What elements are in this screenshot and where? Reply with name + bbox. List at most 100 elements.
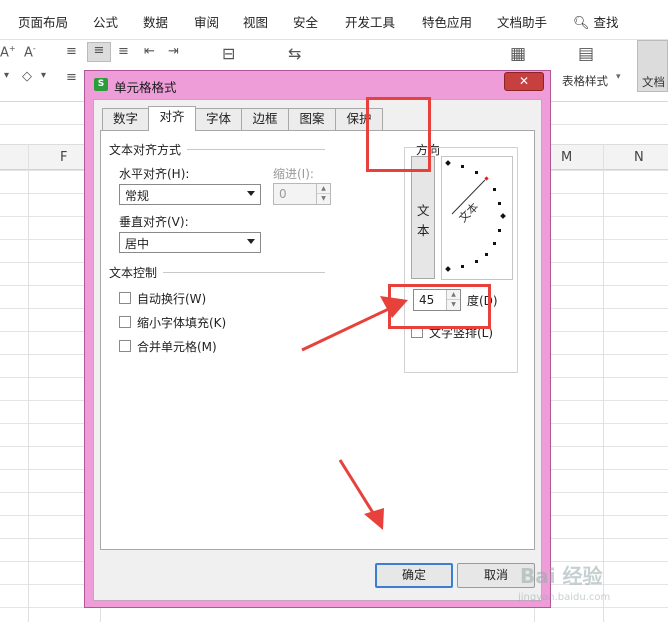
indent-increase-icon[interactable]: ⇥	[168, 44, 179, 59]
app-logo-icon: S	[94, 78, 108, 91]
grid-line	[603, 144, 604, 622]
merge-cells-checkbox[interactable]: 合并单元格(M)	[119, 338, 239, 354]
merge-cells-icon[interactable]: ⊟	[222, 44, 235, 63]
grid-line	[28, 144, 29, 622]
checkbox-box[interactable]	[119, 340, 131, 352]
vertical-align-label: 垂直对齐(V):	[119, 215, 189, 229]
dial-dot	[498, 202, 501, 205]
wrap-text-checkbox[interactable]: 自动换行(W)	[119, 290, 239, 306]
font-grow-icon[interactable]: A+	[0, 44, 16, 60]
dial-marker	[500, 213, 506, 219]
indent-decrease-icon[interactable]: ⇤	[144, 44, 155, 59]
tab-number[interactable]: 数字	[102, 108, 149, 130]
merge-cells-label: 合并单元格(M)	[137, 340, 217, 354]
menu-view[interactable]: 视图	[243, 12, 268, 31]
text-control-group-title: 文本控制	[109, 266, 158, 280]
baidu-watermark: Bai 经验 jingyan.baidu.com	[510, 556, 660, 616]
spin-down-icon: ▼	[321, 195, 326, 202]
orientation-dial-graphic: 文本	[445, 160, 506, 272]
ok-button[interactable]: 确定	[375, 563, 453, 588]
conditional-format-icon[interactable]: ▦	[510, 44, 526, 64]
indent-value: 0	[279, 187, 287, 201]
tab-font[interactable]: 字体	[195, 108, 242, 130]
menu-formula[interactable]: 公式	[93, 12, 118, 31]
search-icon: 🔍︎	[573, 16, 590, 31]
dial-dot	[493, 188, 496, 191]
menu-doc-helper[interactable]: 文档助手	[497, 12, 547, 31]
chevron-down-icon[interactable]: ▾	[4, 70, 9, 81]
dial-dot	[485, 253, 488, 256]
horizontal-align-label: 水平对齐(H):	[119, 167, 190, 181]
dial-dot	[493, 242, 496, 245]
eraser-icon[interactable]: ◇	[22, 69, 32, 84]
vertical-text-button[interactable]: 文本	[411, 156, 435, 279]
dial-dot	[475, 260, 478, 263]
indent-label: 缩进(I):	[273, 167, 314, 181]
group-divider	[187, 149, 325, 150]
checkbox-box[interactable]	[119, 292, 131, 304]
indent-spin-buttons: ▲ ▼	[316, 184, 330, 204]
menu-developer[interactable]: 开发工具	[345, 12, 395, 31]
vertical-text-label: 文本	[417, 203, 430, 238]
menu-data[interactable]: 数据	[143, 12, 168, 31]
checkbox-box[interactable]	[119, 316, 131, 328]
font-shrink-icon[interactable]: A-	[24, 44, 36, 60]
shrink-to-fit-label: 缩小字体填充(K)	[137, 316, 227, 330]
annotation-highlight-degree	[388, 284, 491, 329]
dialog-body: 数字 对齐 字体 边框 图案 保护 文本对齐方式 水平对齐(H): 常规 缩进(…	[93, 99, 542, 601]
menu-page-layout[interactable]: 页面布局	[18, 12, 68, 31]
align-left-icon[interactable]: ≡	[66, 70, 77, 85]
doc-button-label: 文档	[642, 75, 665, 89]
menu-review[interactable]: 审阅	[194, 12, 219, 31]
align-bottom-icon[interactable]: ≡	[118, 44, 129, 59]
tab-alignment[interactable]: 对齐	[148, 106, 196, 131]
menu-security[interactable]: 安全	[293, 12, 318, 31]
tab-border[interactable]: 边框	[241, 108, 289, 130]
column-header[interactable]: M	[561, 150, 572, 165]
close-button[interactable]: ✕	[504, 72, 544, 91]
wrap-text-label: 自动换行(W)	[137, 292, 207, 306]
table-style-icon[interactable]: ▤	[578, 44, 594, 64]
dial-marker	[445, 266, 451, 272]
dialog-title: 单元格格式	[114, 80, 177, 95]
table-style-button[interactable]: 表格样式	[562, 73, 608, 89]
shrink-to-fit-checkbox[interactable]: 缩小字体填充(K)	[119, 314, 249, 330]
annotation-highlight-dial	[366, 97, 431, 172]
chevron-down-icon: ▾	[616, 72, 621, 82]
dial-text: 文本	[456, 200, 481, 225]
chevron-down-icon	[247, 191, 255, 196]
vertical-align-select[interactable]: 居中	[119, 232, 261, 253]
group-divider	[163, 272, 325, 273]
vertical-align-value: 居中	[125, 237, 150, 251]
align-top-icon[interactable]: ≡	[66, 44, 77, 59]
dial-marker	[445, 160, 451, 166]
menu-search[interactable]: 🔍︎ 查找	[573, 12, 619, 31]
orientation-panel: 文本 文本 45 ▲ ▼ 度(D) 文字竖排(L)	[404, 147, 518, 373]
doc-button[interactable]: 文档	[637, 40, 668, 92]
horizontal-align-select[interactable]: 常规	[119, 184, 261, 205]
column-header[interactable]: F	[60, 150, 67, 165]
dialog-titlebar[interactable]: S 单元格格式 ✕	[85, 71, 550, 97]
dial-dot	[461, 165, 464, 168]
tab-pattern[interactable]: 图案	[288, 108, 336, 130]
chevron-down-icon[interactable]: ▾	[41, 70, 46, 81]
menu-bar: 页面布局 公式 数据 审阅 视图 安全 开发工具 特色应用 文档助手 🔍︎ 查找	[0, 0, 668, 40]
indent-stepper: 0 ▲ ▼	[273, 183, 331, 205]
dial-active-marker	[484, 176, 489, 181]
format-cells-dialog: S 单元格格式 ✕ 数字 对齐 字体 边框 图案 保护 文本对齐方式 水平对齐(…	[84, 70, 551, 608]
text-alignment-group-title: 文本对齐方式	[109, 143, 182, 157]
orientation-dial[interactable]: 文本	[441, 156, 513, 280]
search-label: 查找	[593, 15, 619, 30]
dial-dot	[461, 265, 464, 268]
chevron-down-icon	[247, 239, 255, 244]
watermark-url: jingyan.baidu.com	[518, 592, 611, 603]
menu-special[interactable]: 特色应用	[422, 12, 472, 31]
align-middle-icon[interactable]: ≡	[87, 42, 111, 62]
spin-up-icon: ▲	[317, 184, 330, 194]
column-header[interactable]: N	[634, 150, 644, 165]
alignment-tab-page: 文本对齐方式 水平对齐(H): 常规 缩进(I): 0 ▲ ▼ 垂直对齐(V):…	[100, 130, 535, 550]
dial-dot	[498, 229, 501, 232]
wrap-text-icon[interactable]: ⇆	[288, 44, 301, 63]
horizontal-align-value: 常规	[125, 189, 150, 203]
dial-dot	[475, 171, 478, 174]
